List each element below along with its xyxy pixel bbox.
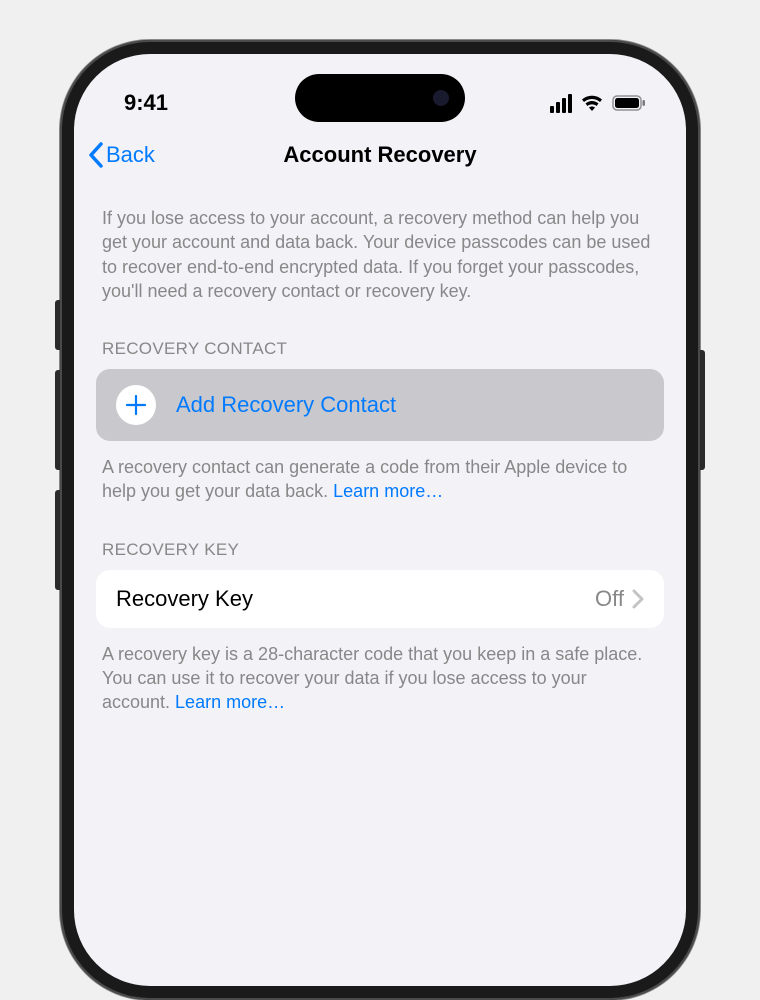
back-button[interactable]: Back [88, 142, 155, 168]
learn-more-contact-link[interactable]: Learn more… [333, 481, 443, 501]
cellular-signal-icon [550, 94, 572, 113]
navigation-bar: Back Account Recovery [74, 124, 686, 188]
page-title: Account Recovery [283, 142, 476, 168]
recovery-key-value: Off [595, 586, 624, 612]
phone-device-frame: 9:41 [60, 40, 700, 1000]
status-indicators [550, 94, 646, 113]
recovery-key-cell[interactable]: Recovery Key Off [96, 570, 664, 628]
back-label: Back [106, 142, 155, 168]
status-time: 9:41 [124, 90, 168, 116]
chevron-left-icon [88, 142, 104, 168]
battery-icon [612, 95, 646, 111]
recovery-key-label: Recovery Key [116, 586, 253, 612]
wifi-icon [580, 94, 604, 112]
power-button [700, 350, 705, 470]
plus-icon [116, 385, 156, 425]
intro-description: If you lose access to your account, a re… [96, 198, 664, 303]
dynamic-island [295, 74, 465, 122]
key-footer-text: A recovery key is a 28-character code th… [96, 628, 664, 715]
section-header-key: RECOVERY KEY [96, 504, 664, 570]
content-area: If you lose access to your account, a re… [74, 188, 686, 715]
chevron-right-icon [632, 589, 644, 609]
add-recovery-contact-button[interactable]: Add Recovery Contact [96, 369, 664, 441]
cell-accessory: Off [595, 586, 644, 612]
section-header-contact: RECOVERY CONTACT [96, 303, 664, 369]
contact-footer-text: A recovery contact can generate a code f… [96, 441, 664, 504]
learn-more-key-link[interactable]: Learn more… [175, 692, 285, 712]
phone-screen: 9:41 [74, 54, 686, 986]
add-recovery-contact-label: Add Recovery Contact [176, 392, 396, 418]
volume-down-button [55, 490, 60, 590]
